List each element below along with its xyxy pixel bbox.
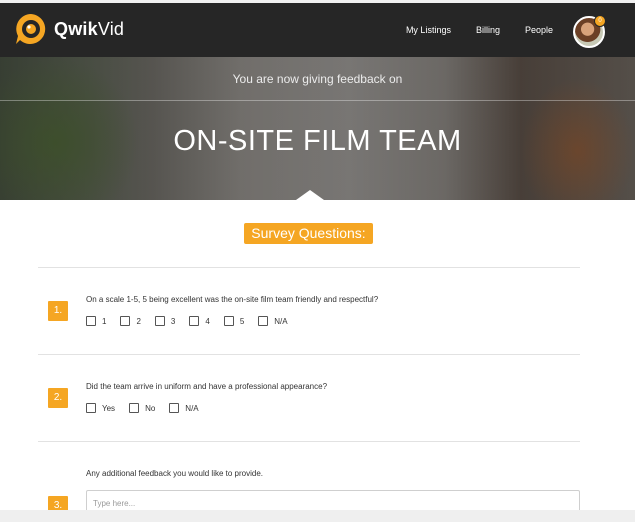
question-number-1: 1. bbox=[48, 301, 68, 321]
notification-badge: 0 bbox=[594, 15, 606, 27]
option-label: No bbox=[145, 403, 156, 413]
checkbox[interactable] bbox=[189, 316, 200, 326]
option-label: 2 bbox=[136, 316, 141, 326]
option-no[interactable]: No bbox=[129, 403, 155, 413]
checkbox[interactable] bbox=[86, 316, 96, 326]
question-1-options: 1 2 3 4 5 N/A bbox=[86, 316, 302, 326]
app-logo[interactable]: QwikVid bbox=[14, 12, 124, 46]
question-number-2: 2. bbox=[48, 388, 68, 408]
divider bbox=[38, 441, 580, 442]
option-label: Yes bbox=[102, 403, 116, 413]
nav-my-listings[interactable]: My Listings bbox=[406, 25, 451, 35]
app-name: QwikVid bbox=[54, 19, 124, 40]
option-na[interactable]: N/A bbox=[169, 403, 199, 413]
nav-links: My Listings Billing People bbox=[381, 3, 553, 57]
option-label: N/A bbox=[185, 403, 199, 413]
user-avatar-button[interactable]: 0 bbox=[573, 15, 606, 48]
checkbox[interactable] bbox=[120, 316, 131, 326]
checkbox[interactable] bbox=[258, 316, 269, 326]
option-label: 1 bbox=[102, 316, 107, 326]
window-bottom-edge bbox=[0, 510, 635, 522]
question-text-2: Did the team arrive in uniform and have … bbox=[86, 382, 328, 391]
divider bbox=[38, 267, 580, 268]
top-navbar: QwikVid My Listings Billing People 0 bbox=[0, 3, 635, 57]
nav-people[interactable]: People bbox=[525, 25, 553, 35]
app-name-bold: Qwik bbox=[54, 18, 98, 39]
option-label: 3 bbox=[170, 316, 176, 326]
divider bbox=[38, 354, 580, 355]
option-2[interactable]: 2 bbox=[120, 316, 141, 326]
checkbox[interactable] bbox=[154, 316, 165, 326]
hero-title: ON-SITE FILM TEAM bbox=[173, 125, 462, 157]
question-text-3: Any additional feedback you would like t… bbox=[86, 469, 263, 478]
option-na[interactable]: N/A bbox=[258, 316, 288, 326]
hero-banner: You are now giving feedback on ON-SITE F… bbox=[0, 57, 635, 200]
question-2-options: Yes No N/A bbox=[86, 403, 213, 413]
question-text-1: On a scale 1-5, 5 being excellent was th… bbox=[86, 295, 379, 304]
option-4[interactable]: 4 bbox=[189, 316, 210, 326]
nav-billing[interactable]: Billing bbox=[476, 25, 500, 35]
option-1[interactable]: 1 bbox=[86, 316, 106, 326]
option-label: 5 bbox=[239, 316, 245, 326]
hero-notch-arrow bbox=[296, 190, 324, 200]
qwikvid-logo-icon bbox=[16, 14, 46, 44]
checkbox[interactable] bbox=[86, 403, 96, 413]
hero-subtitle: You are now giving feedback on bbox=[232, 72, 403, 86]
checkbox[interactable] bbox=[223, 316, 234, 326]
checkbox[interactable] bbox=[129, 403, 140, 413]
hero-divider bbox=[0, 100, 635, 101]
option-3[interactable]: 3 bbox=[154, 316, 176, 326]
option-yes[interactable]: Yes bbox=[86, 403, 115, 413]
survey-heading: Survey Questions: bbox=[244, 223, 373, 244]
option-5[interactable]: 5 bbox=[223, 316, 245, 326]
app-name-regular: Vid bbox=[97, 18, 125, 39]
checkbox[interactable] bbox=[169, 403, 180, 413]
option-label: N/A bbox=[274, 316, 288, 326]
option-label: 4 bbox=[205, 316, 210, 326]
